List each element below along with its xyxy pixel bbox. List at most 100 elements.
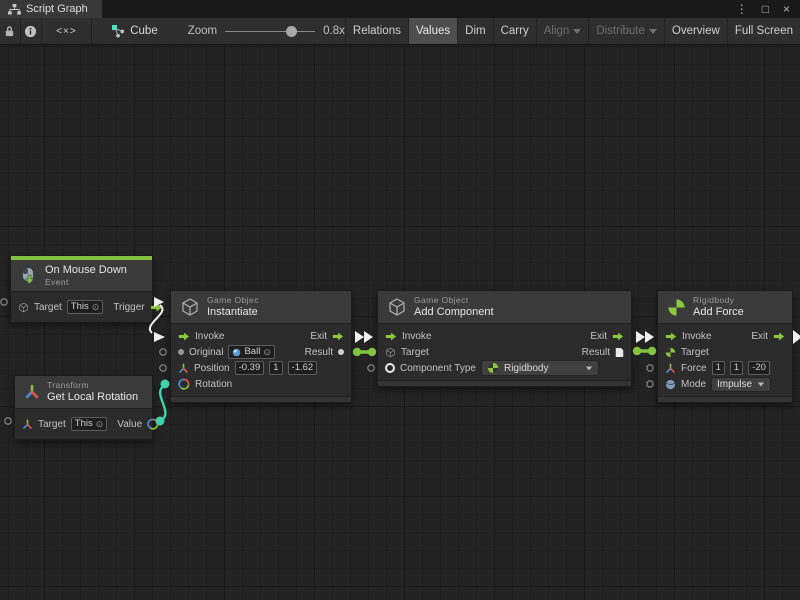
port-component-type[interactable]: Component Type	[400, 363, 476, 374]
tab-script-graph[interactable]: Script Graph	[0, 0, 102, 18]
target-object-field[interactable]: This ⊙	[71, 417, 108, 431]
port-result[interactable]: Result	[582, 347, 610, 358]
port-target[interactable]: Target	[34, 302, 62, 313]
target-object-field[interactable]: This ⊙	[67, 300, 104, 314]
node-header: Transform Get Local Rotation	[15, 376, 152, 409]
node-instantiate[interactable]: Game Objec Instantiate Invoke Exit Origi…	[170, 290, 352, 403]
node-on-mouse-down[interactable]: On Mouse Down Event Target This ⊙ Trigge…	[10, 255, 153, 323]
trigger-arrow-icon	[150, 303, 163, 312]
node-title: Instantiate	[207, 306, 259, 319]
object-picker-icon[interactable]: ⊙	[263, 346, 271, 358]
node-subtitle: Game Object	[414, 295, 494, 306]
port-exit[interactable]: Exit	[310, 331, 327, 342]
chevron-down-icon	[649, 29, 657, 34]
wire-exit-to-invoke	[636, 331, 654, 343]
node-footer	[171, 396, 351, 402]
node-subtitle: Transform	[47, 380, 138, 391]
wire-exit-edge	[793, 330, 800, 344]
window-controls: ⋮ □ ×	[736, 0, 800, 18]
port-trigger[interactable]: Trigger	[113, 302, 144, 313]
port-target[interactable]: Target	[38, 419, 66, 430]
force-x-field[interactable]: 1	[712, 361, 725, 375]
node-title: Add Force	[693, 306, 744, 319]
wire-result-to-target	[353, 348, 376, 356]
port-invoke[interactable]: Invoke	[682, 331, 711, 342]
port-value[interactable]: Value	[117, 419, 142, 430]
force-y-field[interactable]: 1	[730, 361, 743, 375]
vector3-icon	[178, 363, 189, 374]
port-force[interactable]: Force	[681, 363, 707, 374]
port-exit[interactable]: Exit	[751, 331, 768, 342]
overview-button[interactable]: Overview	[664, 18, 727, 44]
result-port-dot	[338, 349, 344, 355]
node-title: Add Component	[414, 306, 494, 319]
node-get-local-rotation[interactable]: Transform Get Local Rotation Target This…	[14, 375, 153, 440]
port-invoke[interactable]: Invoke	[402, 331, 431, 342]
port-row: Position -0.39 1 -1.62	[171, 360, 351, 376]
port-rotation[interactable]: Rotation	[195, 379, 232, 390]
rigidbody-icon	[487, 362, 499, 374]
rigidbody-icon	[665, 347, 676, 358]
exit-arrow-icon	[612, 332, 624, 341]
maximize-icon[interactable]: □	[762, 3, 769, 15]
vector3-icon	[665, 363, 676, 374]
quaternion-icon	[178, 378, 190, 390]
tab-title: Script Graph	[26, 3, 88, 15]
chevron-down-icon	[586, 366, 592, 370]
lock-button[interactable]	[0, 18, 21, 44]
port-position[interactable]: Position	[194, 363, 230, 374]
component-file-icon	[615, 347, 624, 358]
port-invoke[interactable]: Invoke	[195, 331, 224, 342]
port-target[interactable]: Target	[401, 347, 429, 358]
graph-selector[interactable]: Cube	[112, 18, 158, 44]
values-button[interactable]: Values	[408, 18, 457, 44]
object-picker-icon[interactable]: ⊙	[92, 301, 100, 313]
relations-button[interactable]: Relations	[345, 18, 408, 44]
port-row: Force 1 1 -20	[658, 360, 792, 376]
distribute-dropdown[interactable]: Distribute	[588, 18, 664, 44]
port-result[interactable]: Result	[305, 347, 333, 358]
invoke-arrow-icon	[178, 332, 190, 341]
component-type-dropdown[interactable]: Rigidbody	[481, 360, 599, 376]
chevron-down-icon	[573, 29, 581, 34]
zoom-slider-handle[interactable]	[286, 26, 297, 37]
type-port-circle	[385, 363, 395, 373]
value-port-dot	[178, 349, 184, 355]
node-header: On Mouse Down Event	[11, 260, 152, 292]
ball-icon	[232, 348, 241, 357]
port-mode[interactable]: Mode	[681, 379, 706, 390]
toolbar-buttons: Relations Values Dim Carry Align Distrib…	[345, 18, 800, 44]
kebab-menu-icon[interactable]: ⋮	[736, 3, 748, 15]
fullscreen-button[interactable]: Full Screen	[727, 18, 800, 44]
port-target[interactable]: Target	[681, 347, 709, 358]
node-add-force[interactable]: Rigidbody Add Force Invoke Exit Target	[657, 290, 793, 403]
carry-button[interactable]: Carry	[493, 18, 536, 44]
position-z-field[interactable]: -1.62	[288, 361, 318, 375]
code-view-button[interactable]: <×>	[42, 18, 93, 44]
port-row: Target Result	[378, 344, 631, 360]
graph-toolbar: <×> Cube Zoom 0.8x Relations Values Dim …	[0, 18, 800, 45]
port-original[interactable]: Original	[189, 347, 223, 358]
node-add-component[interactable]: Game Object Add Component Invoke Exit Ta…	[377, 290, 632, 387]
position-y-field[interactable]: 1	[269, 361, 282, 375]
transform-icon	[24, 384, 40, 400]
graph-canvas[interactable]: On Mouse Down Event Target This ⊙ Trigge…	[0, 45, 800, 600]
close-icon[interactable]: ×	[783, 3, 790, 15]
original-object-field[interactable]: Ball ⊙	[228, 345, 274, 359]
node-subtitle: Event	[45, 277, 127, 288]
mouse-down-icon	[20, 267, 38, 285]
dim-button[interactable]: Dim	[457, 18, 492, 44]
align-dropdown[interactable]: Align	[536, 18, 589, 44]
graph-tree-icon	[8, 4, 21, 15]
port-row: Mode Impulse	[658, 376, 792, 392]
info-button[interactable]	[21, 18, 42, 44]
exit-arrow-icon	[773, 332, 785, 341]
zoom-slider[interactable]	[225, 24, 315, 38]
code-view-icon: <×>	[56, 26, 77, 37]
position-x-field[interactable]: -0.39	[235, 361, 265, 375]
force-mode-dropdown[interactable]: Impulse	[711, 377, 771, 392]
object-picker-icon[interactable]: ⊙	[96, 418, 104, 430]
force-z-field[interactable]: -20	[748, 361, 770, 375]
port-row: Rotation	[171, 376, 351, 392]
port-exit[interactable]: Exit	[590, 331, 607, 342]
